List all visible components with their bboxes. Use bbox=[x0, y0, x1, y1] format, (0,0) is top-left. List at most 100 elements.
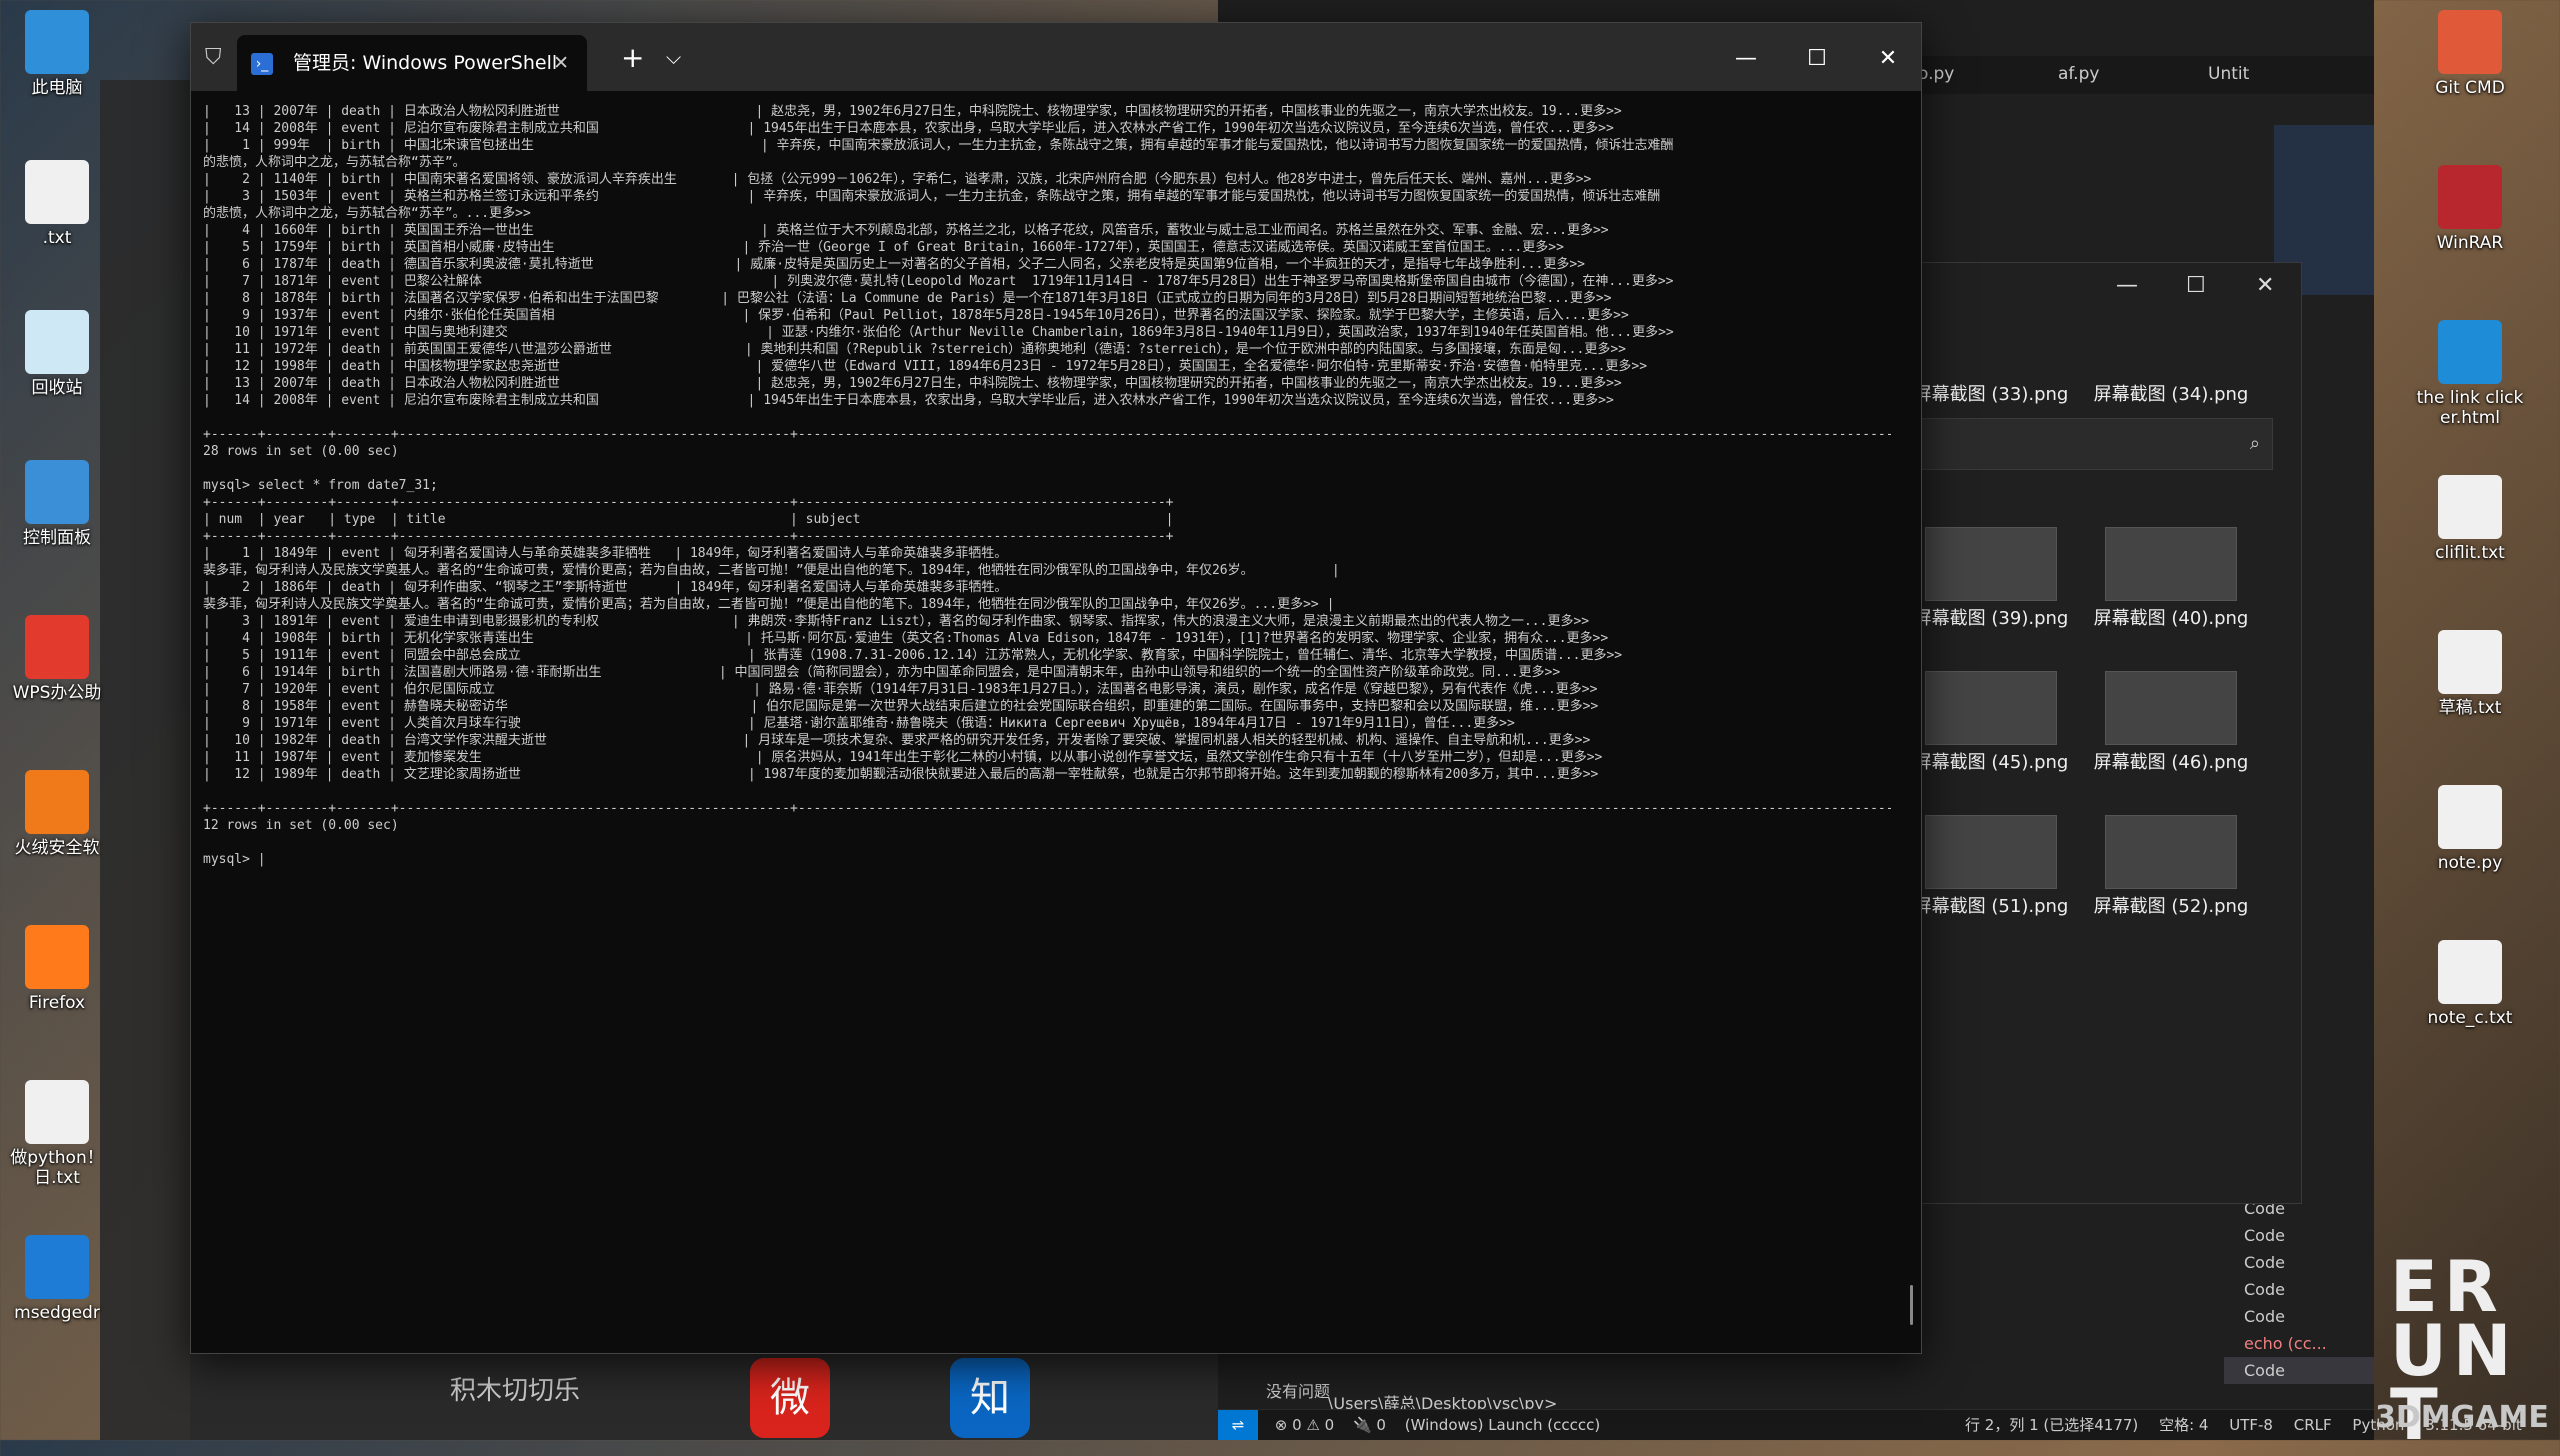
desktop-icon[interactable]: note_c.txt bbox=[2415, 940, 2525, 1028]
desktop-icon-label: note_c.txt bbox=[2427, 1008, 2513, 1028]
tab-powershell[interactable]: ›_ 管理员: Windows PowerShell ✕ bbox=[237, 35, 587, 91]
bottom-app-label[interactable]: 积木切切乐 bbox=[450, 1370, 580, 1407]
maximize-button[interactable]: ☐ bbox=[1797, 39, 1837, 79]
terminal-tab[interactable]: Code bbox=[2224, 1303, 2374, 1330]
terminal-line: +------+--------+-------+---------------… bbox=[203, 801, 1891, 816]
terminal-line: | 14 | 2008年 | event | 尼泊尔宣布废除君主制成立共和国 |… bbox=[203, 121, 1614, 136]
edge-driver-icon bbox=[25, 1235, 89, 1299]
terminal-line: 裴多菲，匈牙利诗人及民族文学奠基人。著名的“生命诚可贵，爱情价更高；若为自由故，… bbox=[203, 563, 1340, 578]
thumbnail-item[interactable]: 屏幕截图 (52).png bbox=[2091, 815, 2251, 919]
vscode-tab[interactable]: o.py bbox=[1918, 64, 1954, 84]
desktop-icon[interactable]: msedgedr bbox=[2, 1235, 112, 1323]
terminal-line: | 4 | 1660年 | birth | 英国国王乔治一世出生 | 英格兰位于… bbox=[203, 223, 1609, 238]
desktop-icon-label: 火绒安全软 bbox=[14, 838, 100, 858]
terminal-scrollbar[interactable] bbox=[1910, 1285, 1913, 1325]
thumbnail-item[interactable]: 屏幕截图 (34).png bbox=[2091, 383, 2251, 407]
monitor-icon bbox=[25, 10, 89, 74]
desktop-icon-label: 草稿.txt bbox=[2438, 698, 2502, 718]
eol[interactable]: CRLF bbox=[2294, 1416, 2332, 1434]
ports[interactable]: 🔌 0 bbox=[1353, 1416, 1386, 1434]
powershell-icon: ›_ bbox=[251, 52, 273, 75]
problems-label[interactable]: 没有问题 bbox=[1266, 1378, 1330, 1402]
terminal-tab-list: Code Code Code Code Code echo (cc... Cod… bbox=[2224, 1195, 2374, 1410]
minimize-icon[interactable]: — bbox=[2116, 273, 2138, 298]
desktop-icon[interactable]: note.py bbox=[2415, 785, 2525, 873]
terminal-line: 裴多菲，匈牙利诗人及民族文学奠基人。著名的“生命诚可贵，爱情价更高；若为自由故，… bbox=[203, 597, 1335, 612]
shield-icon: ⛉ bbox=[205, 45, 222, 70]
errors-warnings[interactable]: ⊗ 0 ⚠ 0 bbox=[1275, 1416, 1334, 1434]
explorer-search-box[interactable]: 索 ⌕ bbox=[1891, 418, 2273, 470]
terminal-tab[interactable]: Code bbox=[2224, 1357, 2374, 1384]
thumbnail-item[interactable]: 屏幕截图 (51).png bbox=[1911, 815, 2071, 919]
terminal-tab[interactable]: Code bbox=[2224, 1276, 2374, 1303]
desktop-icon[interactable]: 火绒安全软 bbox=[2, 770, 112, 858]
vscode-tab[interactable]: Untit bbox=[2208, 64, 2249, 84]
explorer-titlebar: — ☐ ✕ bbox=[1891, 263, 2301, 311]
desktop-icon[interactable]: 此电脑 bbox=[2, 10, 112, 98]
desktop-icon[interactable]: Git CMD bbox=[2415, 10, 2525, 98]
terminal-line: | 11 | 1987年 | event | 麦加惨案发生 | 原名洪妈从，19… bbox=[203, 750, 1603, 765]
powershell-window[interactable]: ⛉ ›_ 管理员: Windows PowerShell ✕ + ⌵ — ☐ ✕… bbox=[190, 22, 1922, 1354]
close-icon[interactable]: ✕ bbox=[2256, 273, 2274, 298]
desktop-icon[interactable]: 控制面板 bbox=[2, 460, 112, 548]
terminal-line: | 9 | 1971年 | event | 人类首次月球车行驶 | 尼基塔·谢尔… bbox=[203, 716, 1515, 731]
launch-config[interactable]: (Windows) Launch (ccccc) bbox=[1405, 1416, 1600, 1434]
terminal-line: | 12 | 1998年 | death | 中国核物理学家赵忠尧逝世 | 爱德… bbox=[203, 359, 1648, 374]
terminal-line: | 12 | 1989年 | death | 文艺理论家周扬逝世 | 1987年… bbox=[203, 767, 1599, 782]
terminal-tab[interactable]: Code bbox=[2224, 1249, 2374, 1276]
desktop-icon[interactable]: .txt bbox=[2, 160, 112, 248]
terminal-line: | 2 | 1886年 | death | 匈牙利作曲家、“钢琴之王”李斯特逝世… bbox=[203, 580, 1008, 595]
tab-title: 管理员: Windows PowerShell bbox=[293, 52, 558, 74]
terminal-output[interactable]: | 13 | 2007年 | death | 日本政治人物松冈利胜逝世 | 赵忠… bbox=[203, 103, 1891, 1343]
desktop-icon[interactable]: 做python！日.txt bbox=[2, 1080, 112, 1188]
tab-dropdown-button[interactable]: ⌵ bbox=[666, 45, 681, 69]
terminal-tab[interactable]: echo (cc... bbox=[2224, 1330, 2374, 1357]
minimize-button[interactable]: — bbox=[1726, 39, 1766, 79]
encoding[interactable]: UTF-8 bbox=[2229, 1416, 2273, 1434]
desktop-icon[interactable]: the link clicker.html bbox=[2415, 320, 2525, 428]
desktop-icon-label: cliflit.txt bbox=[2435, 543, 2505, 563]
terminal-line: | 4 | 1908年 | birth | 无机化学家张青莲出生 | 托马斯·阿… bbox=[203, 631, 1609, 646]
edge-icon bbox=[2438, 320, 2502, 384]
new-tab-button[interactable]: + bbox=[621, 41, 644, 74]
terminal-line: | 5 | 1911年 | event | 同盟会中部总会成立 | 张青莲（19… bbox=[203, 648, 1623, 663]
wps-icon bbox=[25, 615, 89, 679]
desktop-icon[interactable]: cliflit.txt bbox=[2415, 475, 2525, 563]
thumbnail-item[interactable]: 屏幕截图 (40).png bbox=[2091, 527, 2251, 631]
terminal-line: +------+--------+-------+---------------… bbox=[203, 529, 1174, 544]
file-explorer-background[interactable]: — ☐ ✕ 索 ⌕ 屏幕截图 (33).png 屏幕截图 (34).png 屏幕截图… bbox=[1890, 262, 2302, 1204]
terminal-line: | 2 | 1140年 | birth | 中国南宋著名爱国将领、豪放派词人辛弃… bbox=[203, 172, 1592, 187]
remote-icon[interactable]: ⇌ bbox=[1218, 1410, 1258, 1440]
thumbnail-item[interactable]: 屏幕截图 (33).png bbox=[1911, 383, 2071, 407]
desktop-icon[interactable]: 回收站 bbox=[2, 310, 112, 398]
close-tab-icon[interactable]: ✕ bbox=[553, 35, 569, 91]
background-app-sidebar bbox=[100, 80, 190, 1440]
file-icon bbox=[2438, 785, 2502, 849]
desktop-icon[interactable]: WPS办公助 bbox=[2, 615, 112, 703]
desktop-icon-label: Git CMD bbox=[2435, 78, 2505, 98]
desktop-icon-label: 此电脑 bbox=[31, 78, 83, 98]
thumbnail-item[interactable]: 屏幕截图 (46).png bbox=[2091, 671, 2251, 775]
terminal-line: 28 rows in set (0.00 sec) bbox=[203, 444, 399, 459]
zhihu-icon[interactable]: 知 bbox=[950, 1358, 1030, 1438]
terminal-line: mysql> select * from date7_31; bbox=[203, 478, 438, 493]
vscode-tab[interactable]: af.py bbox=[2058, 64, 2099, 84]
indent-spaces[interactable]: 空格: 4 bbox=[2159, 1416, 2208, 1434]
cursor-position[interactable]: 行 2，列 1 (已选择4177) bbox=[1965, 1416, 2138, 1434]
close-button[interactable]: ✕ bbox=[1868, 39, 1908, 79]
git-icon bbox=[2438, 10, 2502, 74]
desktop-icon[interactable]: Firefox bbox=[2, 925, 112, 1013]
desktop-icon[interactable]: 草稿.txt bbox=[2415, 630, 2525, 718]
terminal-line: | 6 | 1914年 | birth | 法国喜剧大师路易·德·菲耐斯出生 |… bbox=[203, 665, 1561, 680]
maximize-icon[interactable]: ☐ bbox=[2186, 273, 2206, 298]
thumbnail-item[interactable]: 屏幕截图 (39).png bbox=[1911, 527, 2071, 631]
thumbnail-item[interactable]: 屏幕截图 (45).png bbox=[1911, 671, 2071, 775]
desktop-icon[interactable]: WinRAR bbox=[2415, 165, 2525, 253]
weibo-icon[interactable]: 微 bbox=[750, 1358, 830, 1438]
terminal-line: | 9 | 1937年 | event | 内维尔·张伯伦任英国首相 | 保罗·… bbox=[203, 308, 1629, 323]
terminal-tab[interactable]: Code bbox=[2224, 1222, 2374, 1249]
file-icon bbox=[2438, 630, 2502, 694]
